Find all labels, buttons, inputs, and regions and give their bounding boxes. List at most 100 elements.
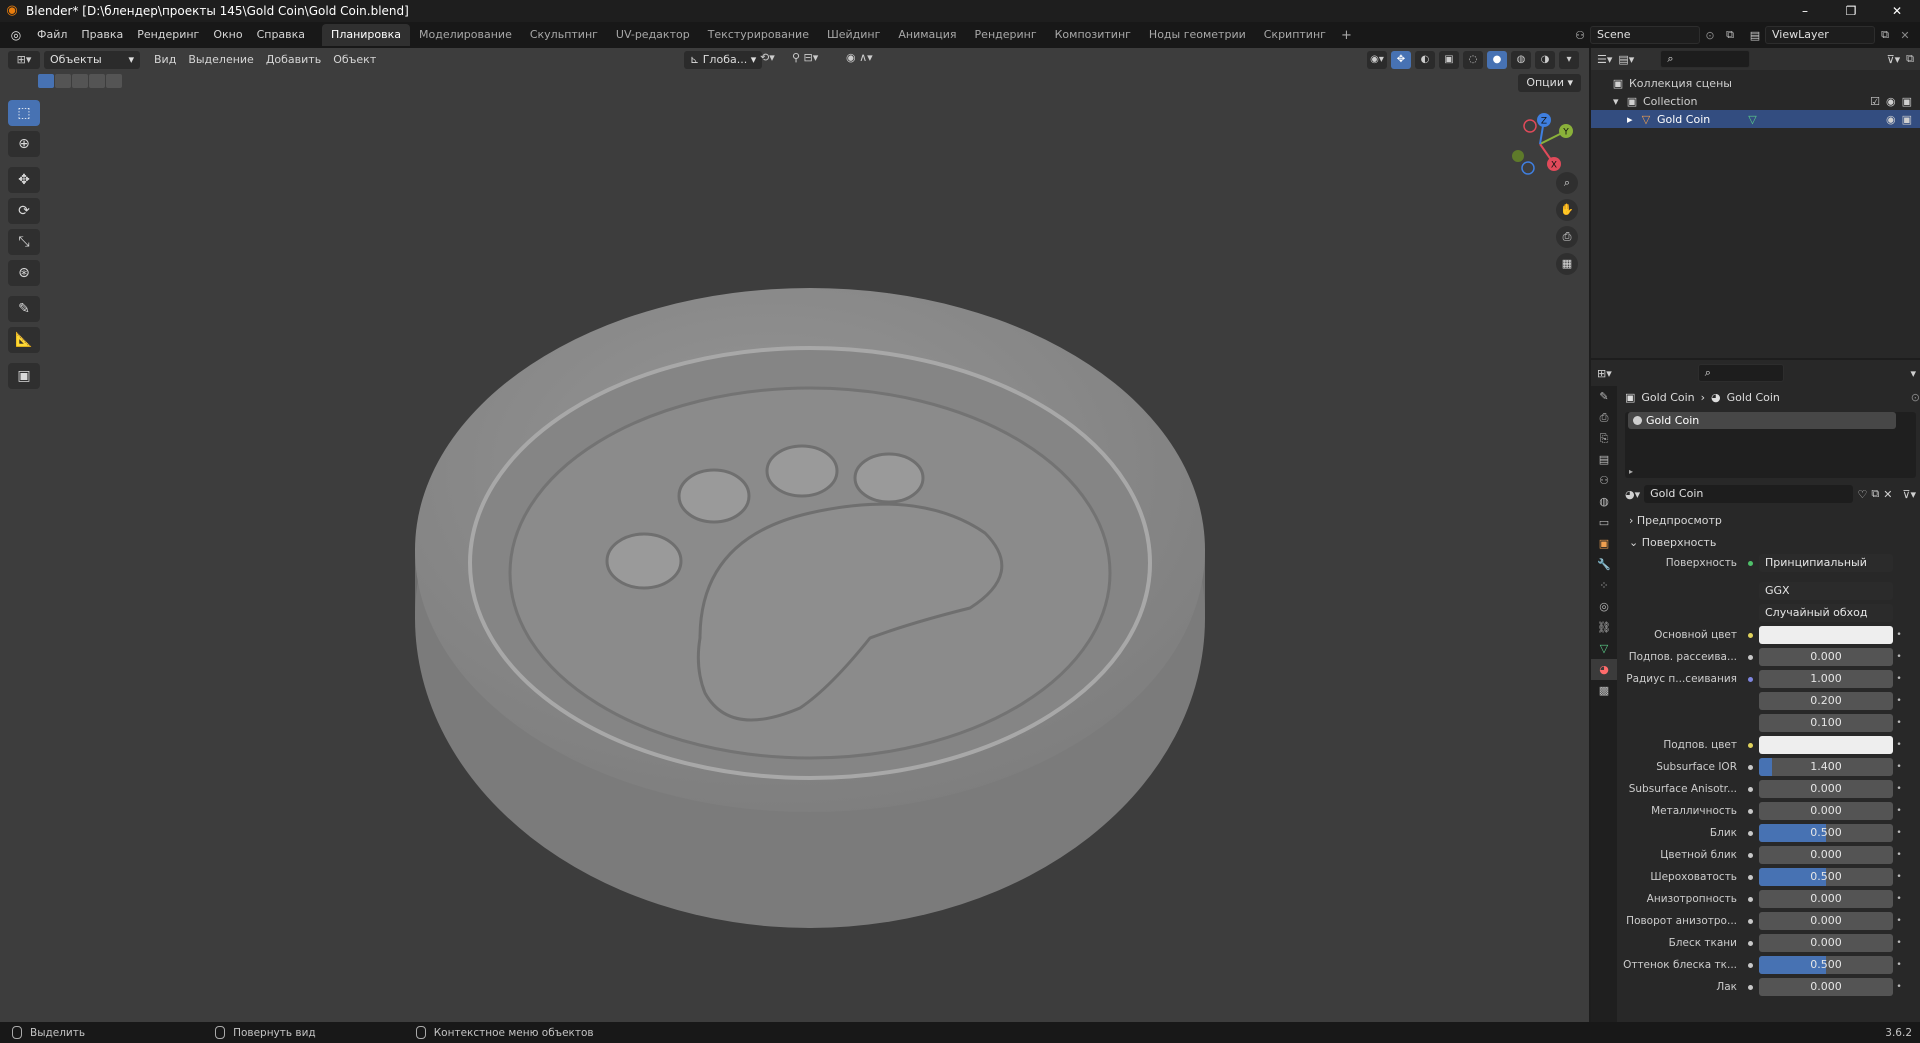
socket-icon[interactable] (1745, 740, 1755, 750)
keyframe-dot-icon[interactable]: • (1893, 696, 1905, 706)
surface-shader-field[interactable]: Принципиальный BSDF (1759, 554, 1893, 572)
keyframe-dot-icon[interactable]: • (1893, 652, 1905, 662)
menu-object[interactable]: Объект (327, 48, 382, 72)
duplicate-material-icon[interactable]: ⧉ (1871, 487, 1879, 501)
eye-icon[interactable]: ◉ (1886, 113, 1896, 126)
keyframe-dot-icon[interactable]: • (1893, 960, 1905, 970)
value-slider[interactable]: 0.500 (1759, 824, 1893, 842)
3d-viewport[interactable]: ⊞▾ Объекты ▾ Вид Выделение Добавить Объек… (0, 48, 1589, 1022)
filter-icon[interactable]: ⊽▾ (1887, 53, 1901, 66)
outliner-search-input[interactable]: ⌕ (1660, 50, 1751, 68)
select-extend-icon[interactable] (55, 74, 71, 88)
scene-name-field[interactable]: Scene (1590, 26, 1700, 44)
keyframe-dot-icon[interactable]: • (1893, 916, 1905, 926)
data-tab-icon[interactable]: ▽ (1591, 638, 1617, 659)
socket-icon[interactable] (1745, 872, 1755, 882)
mesh-data-icon[interactable]: ▽ (1748, 113, 1756, 126)
transform-orientation[interactable]: ⊾ Глоба... ▾ (684, 51, 763, 69)
socket-icon[interactable] (1745, 674, 1755, 684)
outliner-collection[interactable]: ▾ ▣ Collection ☑ ◉ ▣ (1591, 92, 1920, 110)
socket-icon[interactable] (1745, 762, 1755, 772)
select-intersect-icon[interactable] (106, 74, 122, 88)
camera-icon[interactable]: ▣ (1902, 95, 1912, 108)
minimize-button[interactable]: – (1782, 0, 1828, 22)
chevron-down-icon[interactable]: ▾ (1910, 367, 1916, 380)
gold-coin-model[interactable] (400, 288, 1220, 948)
rendered-shading-icon[interactable]: ◑ (1535, 51, 1555, 69)
camera-view-icon[interactable]: ⎙ (1556, 226, 1578, 248)
menu-edit[interactable]: Правка (74, 22, 130, 48)
section-preview[interactable]: › Предпросмотр (1621, 510, 1920, 532)
keyframe-dot-icon[interactable]: • (1893, 762, 1905, 772)
scale-tool-icon[interactable]: ⤡ (8, 229, 40, 255)
material-slot-item[interactable]: Gold Coin (1628, 412, 1896, 429)
menu-render[interactable]: Рендеринг (130, 22, 206, 48)
value-slider[interactable]: 0.000 (1759, 846, 1893, 864)
editor-type-icon[interactable]: ⊞▾ (8, 51, 40, 69)
editor-type-icon[interactable]: ⊞▾ (1597, 367, 1612, 380)
add-workspace-button[interactable]: + (1335, 28, 1358, 43)
color-swatch[interactable] (1759, 736, 1893, 754)
select-subtract-icon[interactable] (72, 74, 88, 88)
select-new-icon[interactable] (38, 74, 54, 88)
object-tab-icon[interactable]: ▣ (1591, 533, 1617, 554)
menu-view[interactable]: Вид (148, 48, 182, 72)
editor-type-icon[interactable]: ☰▾ (1597, 53, 1612, 66)
keyframe-dot-icon[interactable]: • (1893, 674, 1905, 684)
expand-arrow-icon[interactable]: ▾ (1613, 95, 1619, 108)
menu-add[interactable]: Добавить (260, 48, 327, 72)
tool-tab-icon[interactable]: ✎ (1591, 386, 1617, 407)
value-slider[interactable]: 0.500 (1759, 868, 1893, 886)
transform-tool-icon[interactable]: ⊛ (8, 260, 40, 286)
pivot-icon[interactable]: ⟲▾ (760, 51, 775, 64)
new-scene-icon[interactable]: ⧉ (1720, 28, 1740, 42)
tab-layout[interactable]: Планировка (322, 24, 411, 46)
keyframe-dot-icon[interactable]: • (1893, 740, 1905, 750)
keyframe-dot-icon[interactable]: • (1893, 630, 1905, 640)
value-slider[interactable]: 1.400 (1759, 758, 1893, 776)
view-layer-field[interactable]: ViewLayer (1765, 26, 1875, 44)
keyframe-dot-icon[interactable]: • (1893, 982, 1905, 992)
socket-icon[interactable] (1745, 938, 1755, 948)
value-slider[interactable]: 0.000 (1759, 648, 1893, 666)
pan-hand-icon[interactable]: ✋ (1556, 199, 1578, 221)
wireframe-shading-icon[interactable]: ◌ (1463, 51, 1483, 69)
zoom-icon[interactable]: ⌕ (1556, 172, 1578, 194)
value-slider[interactable]: 0.000 (1759, 780, 1893, 798)
socket-icon[interactable] (1745, 982, 1755, 992)
tab-compositing[interactable]: Композитинг (1046, 24, 1140, 46)
material-slot-list[interactable]: Gold Coin + − ▾ ▸ (1625, 412, 1916, 478)
subsurface-method-dropdown[interactable]: Случайный обход (1759, 604, 1893, 622)
select-invert-icon[interactable] (89, 74, 105, 88)
render-tab-icon[interactable]: ⎙ (1591, 407, 1617, 428)
shading-options-icon[interactable]: ▾ (1559, 51, 1579, 69)
view-layer-tab-icon[interactable]: ▤ (1591, 449, 1617, 470)
material-tab-icon[interactable]: ◕ (1591, 659, 1617, 680)
tab-sculpting[interactable]: Скульптинг (521, 24, 607, 46)
texture-tab-icon[interactable]: ▩ (1591, 680, 1617, 701)
keyframe-dot-icon[interactable]: • (1893, 938, 1905, 948)
measure-tool-icon[interactable]: 📐 (8, 327, 40, 353)
tab-geometry-nodes[interactable]: Ноды геометрии (1140, 24, 1255, 46)
tab-animation[interactable]: Анимация (889, 24, 965, 46)
value-slider[interactable]: 1.000 (1759, 670, 1893, 688)
value-slider[interactable]: 0.000 (1759, 912, 1893, 930)
material-shading-icon[interactable]: ◍ (1511, 51, 1531, 69)
output-tab-icon[interactable]: ⎘ (1591, 428, 1617, 449)
select-box-tool-icon[interactable]: ⬚ (8, 100, 40, 126)
collection-tab-icon[interactable]: ▭ (1591, 512, 1617, 533)
tab-modeling[interactable]: Моделирование (410, 24, 521, 46)
socket-icon[interactable] (1745, 630, 1755, 640)
menu-file[interactable]: Файл (30, 22, 74, 48)
menu-select[interactable]: Выделение (182, 48, 260, 72)
socket-icon[interactable] (1745, 784, 1755, 794)
tab-rendering[interactable]: Рендеринг (966, 24, 1046, 46)
socket-icon[interactable] (1745, 960, 1755, 970)
outliner-object-gold-coin[interactable]: ▸ ▽ Gold Coin ▽ ◉ ▣ (1591, 110, 1920, 128)
display-mode-icon[interactable]: ▤▾ (1618, 53, 1634, 66)
add-cube-tool-icon[interactable]: ▣ (8, 363, 40, 389)
eye-icon[interactable]: ◉ (1886, 95, 1896, 108)
socket-icon[interactable] (1745, 652, 1755, 662)
properties-search-input[interactable]: ⌕ (1697, 364, 1784, 382)
tab-texture-paint[interactable]: Текстурирование (699, 24, 818, 46)
